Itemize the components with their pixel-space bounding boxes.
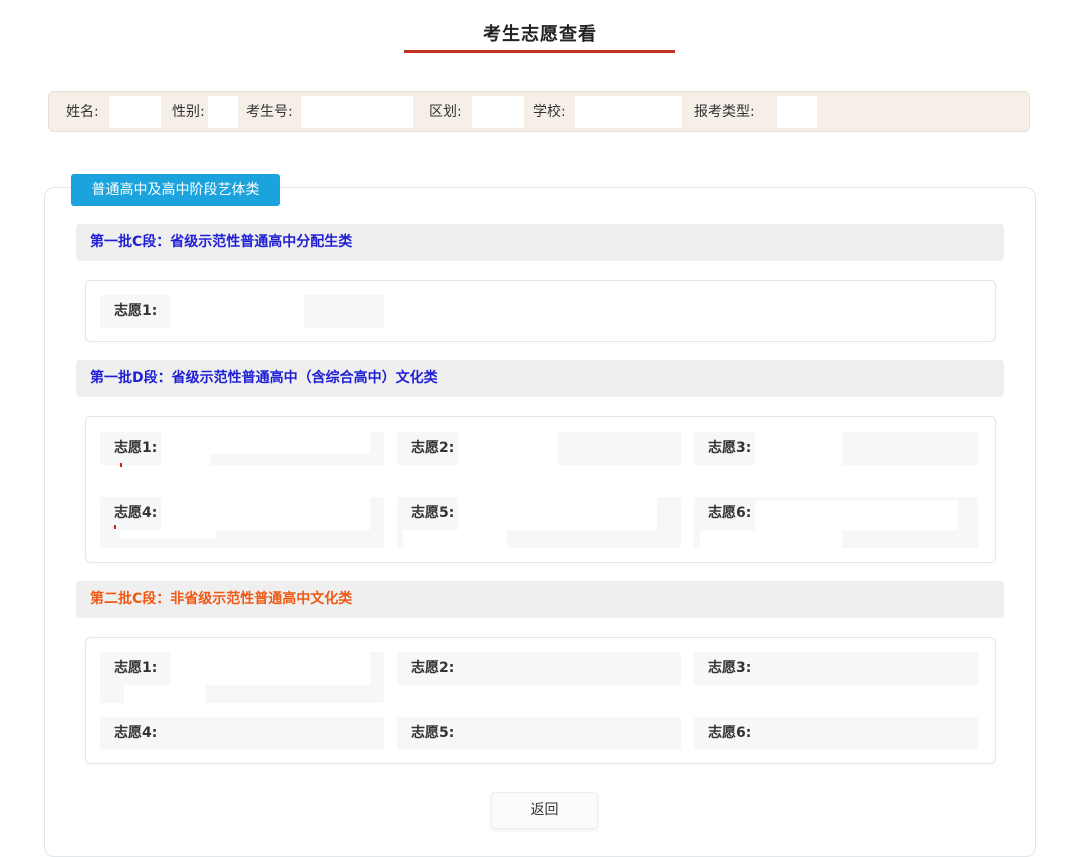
- section-header-1c: 第一批C段：省级示范性普通高中分配生类: [76, 224, 1004, 261]
- section-header-1d: 第一批D段：省级示范性普通高中（含综合高中）文化类: [76, 360, 1004, 397]
- choice-value-mask: [170, 652, 370, 685]
- gender-label: 性别:: [172, 104, 205, 120]
- red-mark: [120, 463, 122, 467]
- choice-value-mask: [124, 685, 206, 703]
- choice-label: 志愿4:: [114, 717, 162, 750]
- school-label: 学校:: [533, 104, 566, 120]
- choice-item: 志愿1:: [100, 652, 384, 703]
- choice-item: 志愿5:: [397, 717, 681, 750]
- choice-value-mask: [160, 432, 370, 454]
- gender-value: [208, 96, 238, 128]
- return-button[interactable]: 返回: [491, 792, 598, 829]
- choice-value-mask: [457, 432, 558, 465]
- title-underline: [404, 50, 675, 53]
- choice-label: 志愿3:: [708, 432, 756, 465]
- choice-item: 志愿3:: [694, 652, 978, 685]
- choice-item: 志愿2:: [397, 652, 681, 685]
- choice-label: 志愿2:: [411, 652, 459, 685]
- choice-label: 志愿1:: [114, 295, 162, 328]
- choice-label: 志愿1:: [114, 432, 162, 465]
- choice-label: 志愿1:: [114, 652, 162, 685]
- exam-no-label: 考生号:: [246, 104, 293, 120]
- school-value: [575, 96, 682, 128]
- choice-item: 志愿4:: [100, 717, 384, 750]
- apply-type-value: [777, 96, 817, 128]
- red-mark: [114, 525, 116, 529]
- exam-no-value: [301, 96, 413, 128]
- district-value: [472, 96, 524, 128]
- choice-label: 志愿5:: [411, 497, 459, 530]
- choice-item: 志愿6:: [694, 497, 978, 548]
- choice-label: 志愿6:: [708, 717, 756, 750]
- apply-type-label: 报考类型:: [694, 104, 755, 120]
- choice-value-mask: [120, 530, 216, 539]
- choice-label: 志愿2:: [411, 432, 459, 465]
- choice-value-mask: [754, 501, 958, 530]
- section-header-2c: 第二批C段：非省级示范性普通高中文化类: [76, 581, 1004, 618]
- choice-value-mask: [170, 295, 304, 328]
- choice-value-mask: [403, 530, 507, 548]
- choice-value-mask: [700, 530, 842, 548]
- choice-group-1d: 志愿1: 志愿2: 志愿3: 志愿4: 志愿5: 志愿6:: [85, 416, 996, 563]
- page-title: 考生志愿查看: [483, 24, 597, 45]
- choice-label: 志愿3:: [708, 652, 756, 685]
- choice-label: 志愿5:: [411, 717, 459, 750]
- choice-value-mask: [160, 497, 370, 530]
- student-info-bar: 姓名: 性别: 考生号: 区划: 学校: 报考类型:: [48, 91, 1030, 132]
- choice-item: 志愿6:: [694, 717, 978, 750]
- choice-item: 志愿3:: [694, 432, 978, 465]
- choice-group-1c: 志愿1:: [85, 280, 996, 342]
- choice-item: 志愿2:: [397, 432, 681, 465]
- name-value: [109, 96, 161, 128]
- choice-item: 志愿4:: [100, 497, 384, 548]
- choice-label: 志愿4:: [114, 497, 162, 530]
- choice-item: 志愿1:: [100, 295, 384, 328]
- choice-value-mask: [457, 497, 657, 530]
- choice-value-mask: [754, 432, 842, 465]
- district-label: 区划:: [429, 104, 462, 120]
- choice-item: 志愿5:: [397, 497, 681, 548]
- choice-group-2c: 志愿1: 志愿2: 志愿3: 志愿4: 志愿5: 志愿6:: [85, 637, 996, 764]
- choice-label: 志愿6:: [708, 497, 756, 530]
- choice-item: 志愿1:: [100, 432, 384, 467]
- name-label: 姓名:: [66, 104, 99, 120]
- category-tab[interactable]: 普通高中及高中阶段艺体类: [71, 174, 280, 206]
